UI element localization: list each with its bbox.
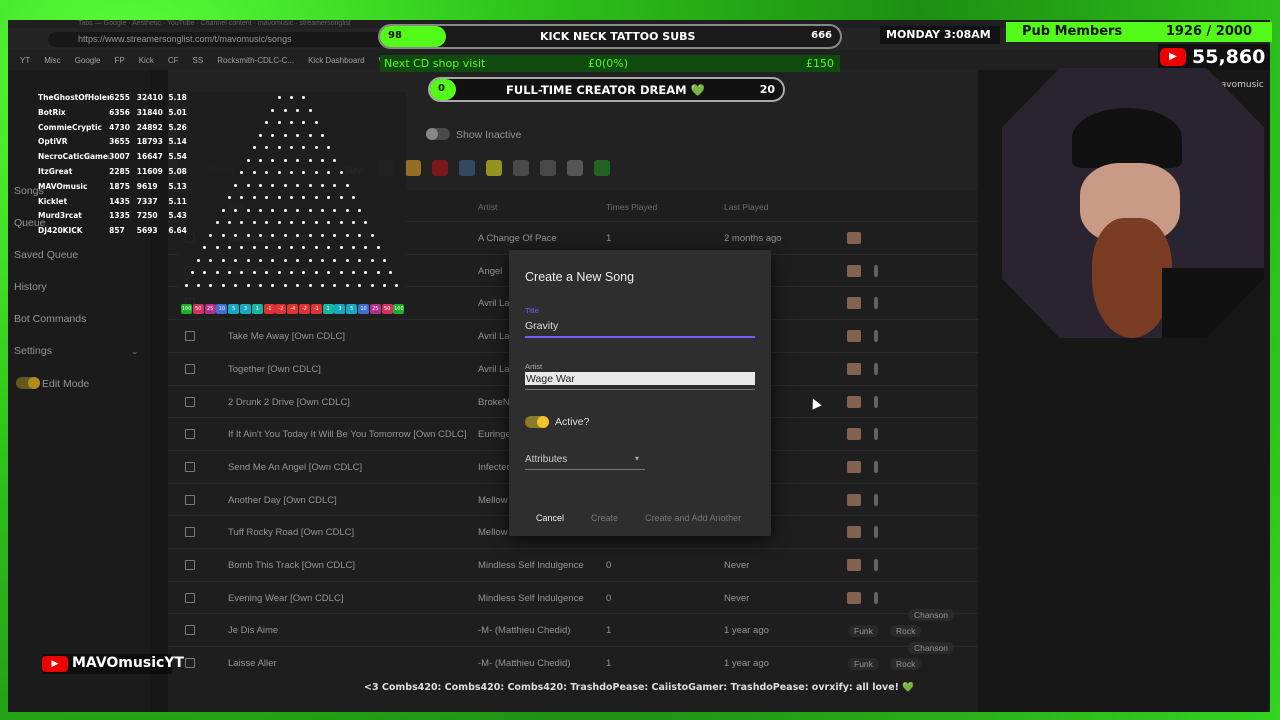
create-and-add-another-button[interactable]: Create and Add Another	[645, 513, 741, 523]
title-field-underline	[525, 336, 755, 338]
dialog-title: Create a New Song	[525, 270, 635, 284]
browser-window: Tabs — Google · Aesthetic · YouTube · Ch…	[8, 20, 1270, 712]
title-field-label: Title	[525, 306, 539, 315]
songlist-app: Songs Queue Saved Queue History Bot Comm…	[8, 20, 1270, 712]
artist-field-label: Artist	[525, 362, 543, 371]
cancel-button[interactable]: Cancel	[536, 513, 564, 523]
attributes-select[interactable]: Attributes	[525, 454, 567, 465]
artist-field[interactable]: Wage War	[526, 373, 575, 385]
attributes-underline	[525, 469, 645, 470]
artist-field-underline	[525, 389, 755, 390]
toggle-knob	[537, 416, 549, 428]
active-label: Active?	[555, 416, 590, 428]
dropdown-arrow-icon: ▾	[635, 454, 640, 463]
title-field[interactable]: Gravity	[525, 320, 558, 332]
create-button[interactable]: Create	[591, 513, 618, 523]
create-song-dialog: Create a New Song Title Gravity Artist W…	[509, 250, 771, 536]
